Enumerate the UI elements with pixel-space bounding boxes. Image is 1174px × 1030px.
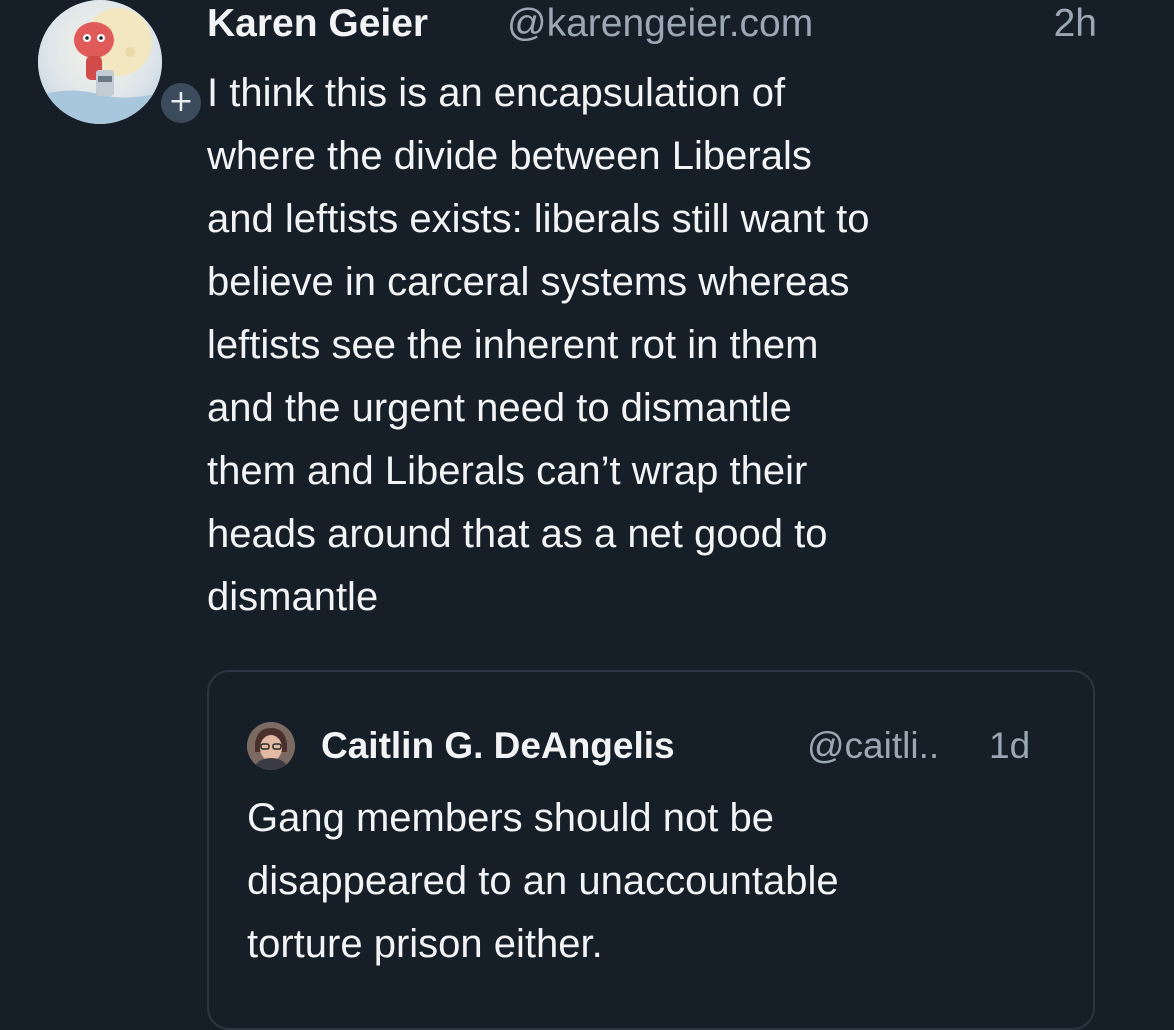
quoted-post-body: Gang members should not be disappeared t… xyxy=(247,787,1077,976)
follow-button[interactable]: + xyxy=(158,80,204,126)
post-text-line: I think this is an encapsulation of xyxy=(207,71,786,115)
author-name[interactable]: Karen Geier xyxy=(207,2,428,46)
quoted-text-line: disappeared to an unaccountable xyxy=(247,859,839,903)
post-text-line: leftists see the inherent rot in them xyxy=(207,323,819,367)
quoted-author-handle[interactable]: @caitli.. xyxy=(807,724,939,768)
quoted-post[interactable]: Caitlin G. DeAngelis @caitli.. 1d Gang m… xyxy=(207,670,1095,1030)
quoted-post-header: Caitlin G. DeAngelis @caitli.. 1d xyxy=(247,722,1067,772)
post-timestamp[interactable]: 2h xyxy=(1054,2,1097,46)
quoted-text-line: torture prison either. xyxy=(247,922,603,966)
author-avatar-container[interactable]: + xyxy=(38,0,204,126)
post-text-line: them and Liberals can’t wrap their xyxy=(207,449,808,493)
post-text-line: where the divide between Liberals xyxy=(207,134,812,178)
quoted-author-avatar[interactable] xyxy=(247,722,295,770)
post[interactable]: + Karen Geier @karengeier.com 2h I think… xyxy=(0,0,1174,1030)
author-handle[interactable]: @karengeier.com xyxy=(507,2,813,46)
quoted-post-timestamp[interactable]: 1d xyxy=(989,724,1030,768)
avatar-illustration-icon xyxy=(38,0,162,124)
post-body: I think this is an encapsulation of wher… xyxy=(207,62,1107,629)
post-text-line: and leftists exists: liberals still want… xyxy=(207,197,870,241)
post-header: Karen Geier @karengeier.com 2h xyxy=(207,0,1097,46)
post-text-line: heads around that as a net good to xyxy=(207,512,828,556)
post-text-line: believe in carceral systems whereas xyxy=(207,260,850,304)
plus-icon: + xyxy=(168,84,194,119)
quoted-author-name[interactable]: Caitlin G. DeAngelis xyxy=(321,724,675,768)
avatar-photo-icon xyxy=(247,722,295,770)
author-avatar[interactable] xyxy=(38,0,162,124)
post-text-line: dismantle xyxy=(207,575,379,619)
post-text-line: and the urgent need to dismantle xyxy=(207,386,792,430)
quoted-text-line: Gang members should not be xyxy=(247,796,774,840)
